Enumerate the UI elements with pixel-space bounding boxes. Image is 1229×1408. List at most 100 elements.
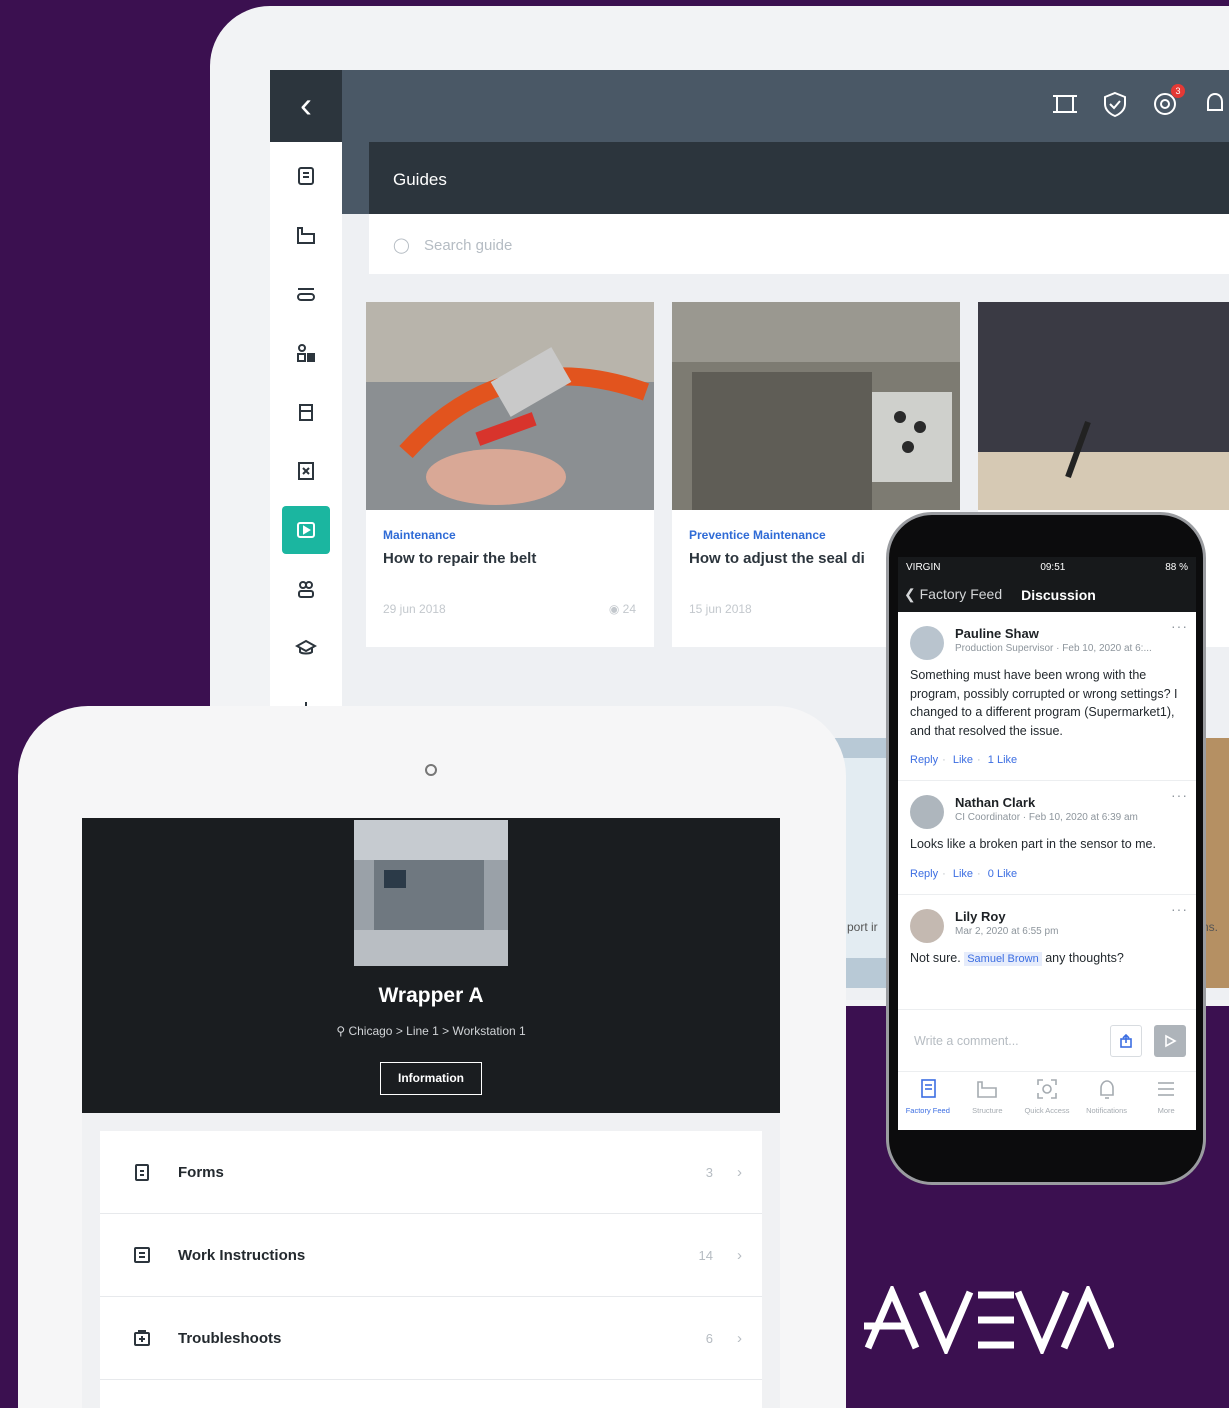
conveyor-icon xyxy=(297,288,315,301)
header-band xyxy=(342,142,369,214)
sidebar-item-guides[interactable] xyxy=(282,506,330,554)
list-item[interactable] xyxy=(100,1380,762,1408)
sidebar-item-machines[interactable] xyxy=(282,388,330,436)
send-icon xyxy=(1165,1034,1177,1047)
clipboard-icon xyxy=(135,1164,149,1181)
comment-author[interactable]: Pauline Shaw xyxy=(955,626,1184,641)
tab-factory-feed[interactable]: Factory Feed xyxy=(899,1078,957,1130)
attach-button[interactable] xyxy=(1110,1024,1142,1057)
tab-more[interactable]: More xyxy=(1137,1078,1195,1130)
shield-icon[interactable] xyxy=(1101,90,1129,118)
hidden-text-fragment: port ir xyxy=(847,920,878,934)
more-options-icon[interactable]: ··· xyxy=(1171,618,1188,634)
menu-icon xyxy=(1158,1082,1175,1096)
list-item-forms[interactable]: Forms 3 › xyxy=(100,1131,762,1214)
notifications-icon[interactable]: 3 xyxy=(1151,84,1185,118)
list-item-count: 3 xyxy=(705,1164,713,1180)
reply-button[interactable]: Reply xyxy=(910,868,938,880)
checklist-icon xyxy=(298,462,314,480)
list-item-count: 14 xyxy=(698,1247,713,1263)
information-button[interactable]: Information xyxy=(380,1062,482,1095)
bell-icon[interactable] xyxy=(1201,90,1229,118)
comment-input[interactable]: Write a comment... xyxy=(914,1034,1110,1048)
more-options-icon[interactable]: ··· xyxy=(1171,787,1188,803)
play-icon xyxy=(297,522,315,538)
asset-title: Wrapper A xyxy=(378,984,484,1007)
like-count[interactable]: 1 Like xyxy=(988,754,1017,766)
asset-content-list: Forms 3 › Work Instructions 14 › Trouble… xyxy=(100,1131,762,1408)
chevron-right-icon: › xyxy=(737,1329,742,1347)
search-placeholder: Search guide xyxy=(423,237,513,254)
comment: Pauline Shaw Production Supervisor · Feb… xyxy=(898,612,1196,781)
sidebar-item-quality[interactable] xyxy=(282,447,330,495)
comment-author[interactable]: Nathan Clark xyxy=(955,795,1184,810)
sidebar-item-conveyor[interactable] xyxy=(282,270,330,318)
sidebar-item-documents[interactable] xyxy=(282,152,330,200)
people-icon xyxy=(297,344,315,362)
sidebar-item-teams[interactable] xyxy=(282,565,330,613)
comment-body: Not sure. Samuel Brown any thoughts? xyxy=(910,950,1124,966)
comment-meta: CI Coordinator · Feb 10, 2020 at 6:39 am xyxy=(955,812,1138,823)
guide-title: How to adjust the seal di xyxy=(689,550,865,567)
factory-icon xyxy=(297,227,315,244)
list-item-troubleshoots[interactable]: Troubleshoots 6 › xyxy=(100,1297,762,1380)
battery: 88 % xyxy=(1165,562,1188,573)
tab-quick-access[interactable]: Quick Access xyxy=(1018,1078,1076,1130)
asset-image xyxy=(354,820,508,966)
document-icon xyxy=(298,167,314,185)
send-button[interactable] xyxy=(1154,1024,1186,1057)
chevron-right-icon: › xyxy=(737,1163,742,1181)
phone-screen: VIRGIN 09:51 88 % ❮ Factory Feed Discuss… xyxy=(898,557,1196,1130)
comment-actions: Reply · Like · 1 Like xyxy=(910,754,1018,766)
sidebar-item-people[interactable] xyxy=(282,329,330,377)
sidebar-item-structure[interactable] xyxy=(282,211,330,259)
like-count[interactable]: 0 Like xyxy=(988,868,1017,880)
comment-composer: Write a comment... xyxy=(898,1009,1196,1071)
asset-location: ⚲ Chicago > Line 1 > Workstation 1 xyxy=(336,1024,526,1038)
tab-structure[interactable]: Structure xyxy=(958,1078,1016,1130)
tablet-screen: Wrapper A ⚲ Chicago > Line 1 > Workstati… xyxy=(82,818,780,1408)
back-button[interactable]: ❮ Factory Feed xyxy=(904,586,1002,603)
machine-icon xyxy=(299,404,313,421)
comment-author[interactable]: Lily Roy xyxy=(955,909,1184,924)
guide-title: How to repair the belt xyxy=(383,550,537,567)
scan-icon xyxy=(1037,1079,1057,1099)
tab-notifications[interactable]: Notifications xyxy=(1078,1078,1136,1130)
comment: Lily Roy Mar 2, 2020 at 6:55 pm ··· Not … xyxy=(898,895,1196,969)
search-input[interactable]: ◯ Search guide xyxy=(369,214,1229,274)
comment-meta: Mar 2, 2020 at 6:55 pm xyxy=(955,925,1059,937)
like-button[interactable]: Like xyxy=(953,868,973,880)
avatar[interactable] xyxy=(910,795,944,829)
avatar[interactable] xyxy=(910,908,944,943)
guide-date: 29 jun 2018 xyxy=(383,602,446,616)
guide-views: ◉ 24 xyxy=(608,602,636,616)
feed-icon xyxy=(920,1079,936,1098)
asset-hero: Wrapper A ⚲ Chicago > Line 1 > Workstati… xyxy=(82,818,780,1113)
like-button[interactable]: Like xyxy=(953,754,973,766)
team-icon xyxy=(298,581,314,598)
search-icon: ◯ xyxy=(393,237,410,254)
frame-icon[interactable] xyxy=(1051,90,1079,118)
guide-image xyxy=(672,302,960,510)
avatar[interactable] xyxy=(910,626,944,660)
location-pin-icon: ⚲ xyxy=(336,1024,349,1038)
list-item-label: Work Instructions xyxy=(178,1246,306,1264)
reply-button[interactable]: Reply xyxy=(910,754,938,766)
page-title: Discussion xyxy=(1021,586,1096,603)
list-item-work-instructions[interactable]: Work Instructions 14 › xyxy=(100,1214,762,1297)
comment-meta: Production Supervisor · Feb 10, 2020 at … xyxy=(955,643,1152,654)
sidebar-item-training[interactable] xyxy=(282,624,330,672)
back-button[interactable]: ‹ xyxy=(270,70,342,142)
document-icon xyxy=(134,1247,150,1263)
guide-category: Maintenance xyxy=(383,528,456,542)
guide-image xyxy=(978,302,1229,510)
desktop-top-bar: ‹ 3 xyxy=(270,70,1229,142)
factory-icon xyxy=(977,1081,998,1098)
status-bar: VIRGIN 09:51 88 % xyxy=(898,557,1196,577)
user-mention[interactable]: Samuel Brown xyxy=(964,951,1042,966)
list-item-count: 6 xyxy=(705,1330,713,1346)
notification-badge: 3 xyxy=(1171,84,1185,98)
more-options-icon[interactable]: ··· xyxy=(1171,901,1188,917)
top-bar-icons: 3 xyxy=(1051,84,1229,118)
guide-card[interactable]: Maintenance How to repair the belt 29 ju… xyxy=(366,302,654,647)
